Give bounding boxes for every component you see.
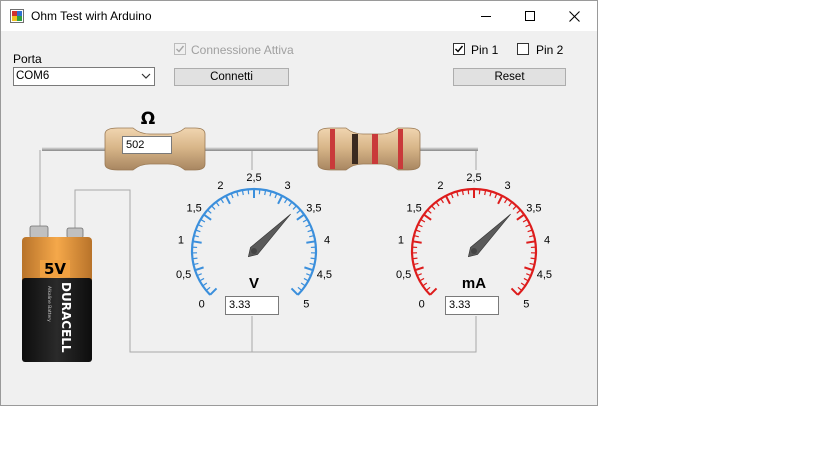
battery-voltage-label: 5V bbox=[44, 260, 66, 278]
voltmeter-tick-label: 3 bbox=[285, 180, 291, 192]
ammeter-tick-label: 4,5 bbox=[537, 269, 552, 281]
ammeter-tick-label: 4 bbox=[544, 234, 550, 246]
ammeter-tick-label: 5 bbox=[523, 298, 529, 310]
battery-terminal-positive bbox=[66, 227, 84, 239]
resistor-band-4 bbox=[398, 129, 403, 169]
ammeter-tick-label: 3 bbox=[505, 180, 511, 192]
ammeter-tick-label: 0,5 bbox=[396, 269, 411, 281]
battery-terminal-negative bbox=[29, 225, 49, 239]
voltmeter-major-tick bbox=[209, 287, 218, 296]
ammeter-major-tick bbox=[516, 213, 525, 221]
ammeter-unit: mA bbox=[462, 275, 486, 292]
voltmeter-needle-hub bbox=[251, 248, 257, 254]
voltmeter-major-tick bbox=[306, 240, 316, 244]
battery-body bbox=[22, 278, 92, 362]
ammeter-tick-label: 1,5 bbox=[406, 203, 421, 215]
ammeter-major-tick bbox=[429, 287, 438, 296]
voltmeter-unit: V bbox=[249, 275, 259, 292]
voltmeter-major-tick bbox=[192, 240, 202, 244]
voltmeter-tick-label: 3,5 bbox=[306, 203, 321, 215]
ammeter-major-tick bbox=[444, 195, 451, 205]
ammeter-major-tick bbox=[414, 266, 424, 272]
resistor-band-2 bbox=[352, 134, 358, 164]
ohm-symbol: Ω bbox=[141, 109, 155, 129]
ammeter-tick-label: 2,5 bbox=[466, 172, 481, 184]
voltmeter-tick-label: 2 bbox=[217, 180, 223, 192]
current-value-field[interactable]: 3.33 bbox=[445, 296, 499, 315]
ammeter-needle-hub bbox=[471, 248, 477, 254]
voltmeter-major-tick bbox=[296, 213, 305, 221]
circuit-diagram: Ω 5V DURACELL Alkaline Battery 00,511,52… bbox=[22, 109, 552, 362]
voltmeter-tick-label: 1,5 bbox=[186, 203, 201, 215]
ammeter-tick-label: 1 bbox=[398, 234, 404, 246]
ammeter-tick-label: 0 bbox=[419, 298, 425, 310]
battery-fine-print: Alkaline Battery bbox=[46, 286, 52, 322]
voltmeter-major-tick bbox=[203, 213, 212, 221]
voltmeter-tick-label: 0 bbox=[199, 298, 205, 310]
ammeter-major-tick bbox=[497, 195, 504, 205]
voltmeter-major-tick bbox=[194, 266, 204, 272]
voltmeter-tick-label: 0,5 bbox=[176, 269, 191, 281]
ammeter-major-tick bbox=[524, 266, 534, 272]
resistor-band-3 bbox=[372, 134, 378, 164]
ammeter-major-tick bbox=[510, 287, 519, 296]
voltmeter-tick-label: 5 bbox=[303, 298, 309, 310]
voltmeter-major-tick bbox=[290, 287, 299, 296]
voltmeter-tick-label: 1 bbox=[178, 234, 184, 246]
voltmeter-major-tick bbox=[224, 195, 231, 205]
reference-resistor bbox=[317, 127, 421, 171]
voltage-value-field[interactable]: 3.33 bbox=[225, 296, 279, 315]
resistor-band-1 bbox=[330, 129, 335, 169]
ammeter-major-tick bbox=[526, 240, 536, 244]
voltmeter-tick-label: 4,5 bbox=[317, 269, 332, 281]
resistance-value-field[interactable]: 502 bbox=[122, 136, 172, 154]
ammeter-tick-label: 2 bbox=[437, 180, 443, 192]
battery-9v: 5V DURACELL Alkaline Battery bbox=[22, 225, 92, 362]
voltmeter-tick-label: 4 bbox=[324, 234, 330, 246]
voltmeter-major-tick bbox=[304, 266, 314, 272]
ammeter-major-tick bbox=[412, 240, 422, 244]
battery-brand: DURACELL bbox=[59, 282, 73, 353]
ammeter-tick-label: 3,5 bbox=[526, 203, 541, 215]
voltmeter-tick-label: 2,5 bbox=[246, 172, 261, 184]
voltmeter-major-tick bbox=[277, 195, 284, 205]
ammeter-major-tick bbox=[423, 213, 432, 221]
